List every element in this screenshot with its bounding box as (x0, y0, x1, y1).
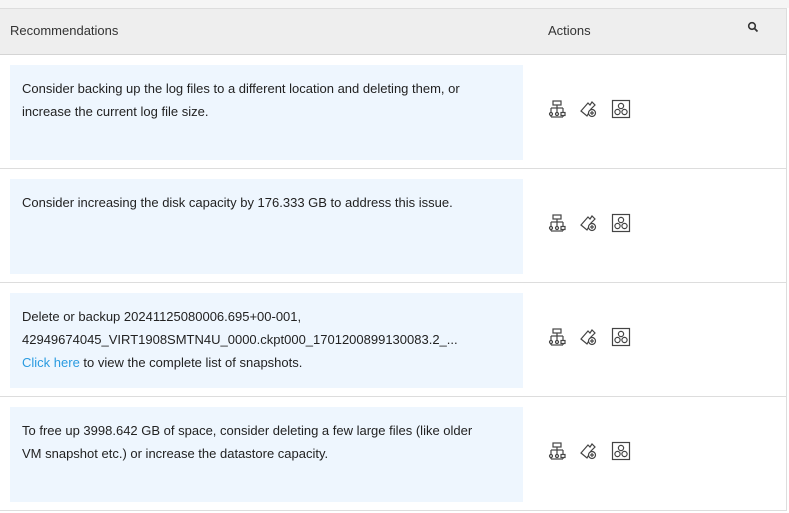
workflow-icon[interactable] (547, 99, 567, 119)
gears-icon[interactable] (611, 99, 631, 119)
row-actions (547, 441, 631, 461)
text-line-3: Click here to view the complete list of … (22, 351, 511, 374)
column-header-recommendations: Recommendations (10, 23, 119, 38)
remediate-icon[interactable] (579, 213, 599, 233)
text-line-2: increase the current log file size. (22, 104, 209, 119)
recommendations-table: Recommendations Actions Consider backing… (0, 8, 787, 511)
remediate-icon[interactable] (579, 99, 599, 119)
text-line-1: Consider backing up the log files to a d… (22, 81, 460, 96)
table-row: Delete or backup 20241125080006.695+00-0… (0, 283, 786, 397)
row-actions (547, 327, 631, 347)
workflow-icon[interactable] (547, 441, 567, 461)
table-row: Consider increasing the disk capacity by… (0, 169, 786, 283)
text-line-1: Delete or backup 20241125080006.695+00-0… (22, 309, 302, 324)
column-header-actions: Actions (548, 23, 591, 38)
row-actions (547, 99, 631, 119)
recommendation-text: To free up 3998.642 GB of space, conside… (10, 407, 523, 502)
table-header: Recommendations Actions (0, 9, 786, 55)
text-line-3-rest: to view the complete list of snapshots. (79, 355, 303, 370)
text-line-1: To free up 3998.642 GB of space, conside… (22, 423, 473, 438)
search-icon[interactable] (747, 21, 759, 33)
row-actions (547, 213, 631, 233)
workflow-icon[interactable] (547, 213, 567, 233)
recommendation-text: Consider backing up the log files to a d… (10, 65, 523, 160)
gears-icon[interactable] (611, 213, 631, 233)
click-here-link[interactable]: Click here (22, 355, 80, 370)
table-row: To free up 3998.642 GB of space, conside… (0, 397, 786, 511)
recommendation-text: Consider increasing the disk capacity by… (10, 179, 523, 274)
gears-icon[interactable] (611, 327, 631, 347)
text-line-1: Consider increasing the disk capacity by… (22, 195, 453, 210)
gears-icon[interactable] (611, 441, 631, 461)
workflow-icon[interactable] (547, 327, 567, 347)
remediate-icon[interactable] (579, 441, 599, 461)
text-line-2: 42949674045_VIRT1908SMTN4U_0000.ckpt000_… (22, 332, 458, 347)
top-strip (0, 0, 789, 8)
text-line-2: VM snapshot etc.) or increase the datast… (22, 446, 329, 461)
table-row: Consider backing up the log files to a d… (0, 55, 786, 169)
recommendation-text: Delete or backup 20241125080006.695+00-0… (10, 293, 523, 388)
remediate-icon[interactable] (579, 327, 599, 347)
